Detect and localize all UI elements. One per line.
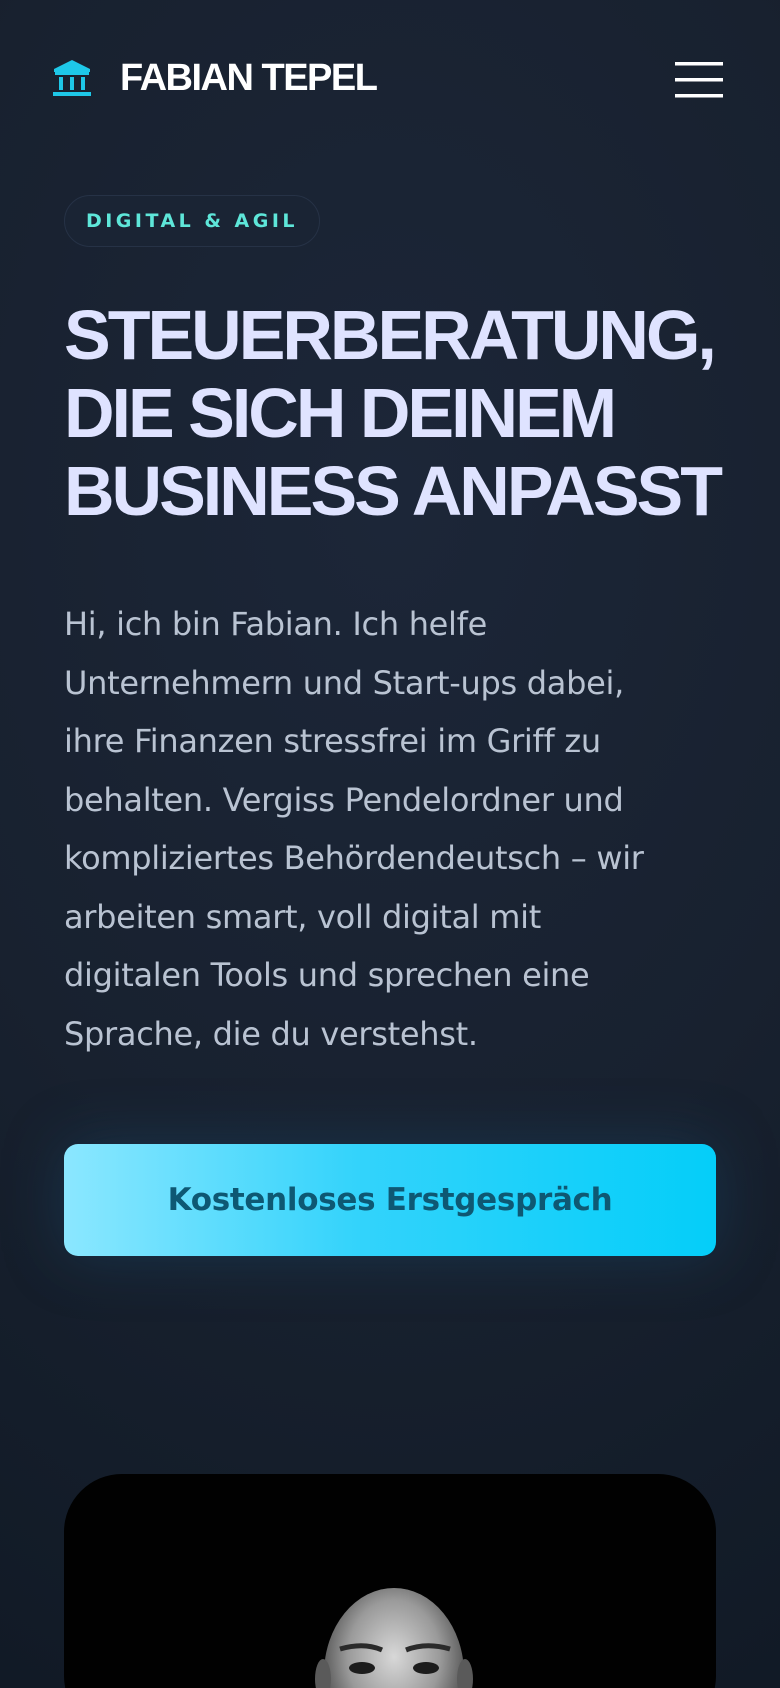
intro-line: Hi, ich bin Fabian. Ich helfe — [64, 605, 488, 643]
intro-line: arbeiten smart, voll digital mit — [64, 897, 541, 936]
tagline-badge: DIGITAL & AGIL — [64, 195, 320, 247]
site-header: FABIAN TEPEL — [0, 0, 780, 160]
bank-building-icon — [53, 60, 91, 96]
hero-headline: STEUERBERATUNG, DIE SICH DEINEM BUSINESS… — [64, 296, 764, 530]
intro-line: Sprache, die du verstehst. — [64, 1014, 478, 1053]
cta-label: Kostenloses Erstgespräch — [167, 1182, 613, 1218]
logo-link[interactable]: FABIAN TEPEL — [52, 57, 378, 99]
intro-line: kompliziertes Behördendeutsch – wir — [64, 839, 644, 877]
intro-text: Hi, ich bin Fabian. Ich helfe Unternehme… — [64, 595, 724, 1063]
headline-line: DIE SICH DEINEM — [64, 374, 617, 452]
headline-line: STEUERBERATUNG, — [64, 296, 717, 374]
free-consultation-button[interactable]: Kostenloses Erstgespräch — [64, 1144, 716, 1256]
portrait-photo — [315, 1588, 473, 1688]
portrait-card — [64, 1474, 716, 1688]
badge-text: DIGITAL & AGIL — [85, 210, 299, 232]
menu-button[interactable] — [674, 60, 724, 100]
headline-line: BUSINESS ANPASST — [64, 452, 723, 530]
brand-name: FABIAN TEPEL — [120, 57, 378, 99]
hamburger-menu-icon — [675, 62, 723, 98]
intro-line: Unternehmern und Start-ups dabei, — [64, 663, 624, 702]
intro-line: behalten. Vergiss Pendelordner und — [64, 780, 624, 819]
intro-line: ihre Finanzen stressfrei im Griff zu — [64, 722, 601, 760]
intro-line: digitalen Tools und sprechen eine — [64, 956, 590, 994]
